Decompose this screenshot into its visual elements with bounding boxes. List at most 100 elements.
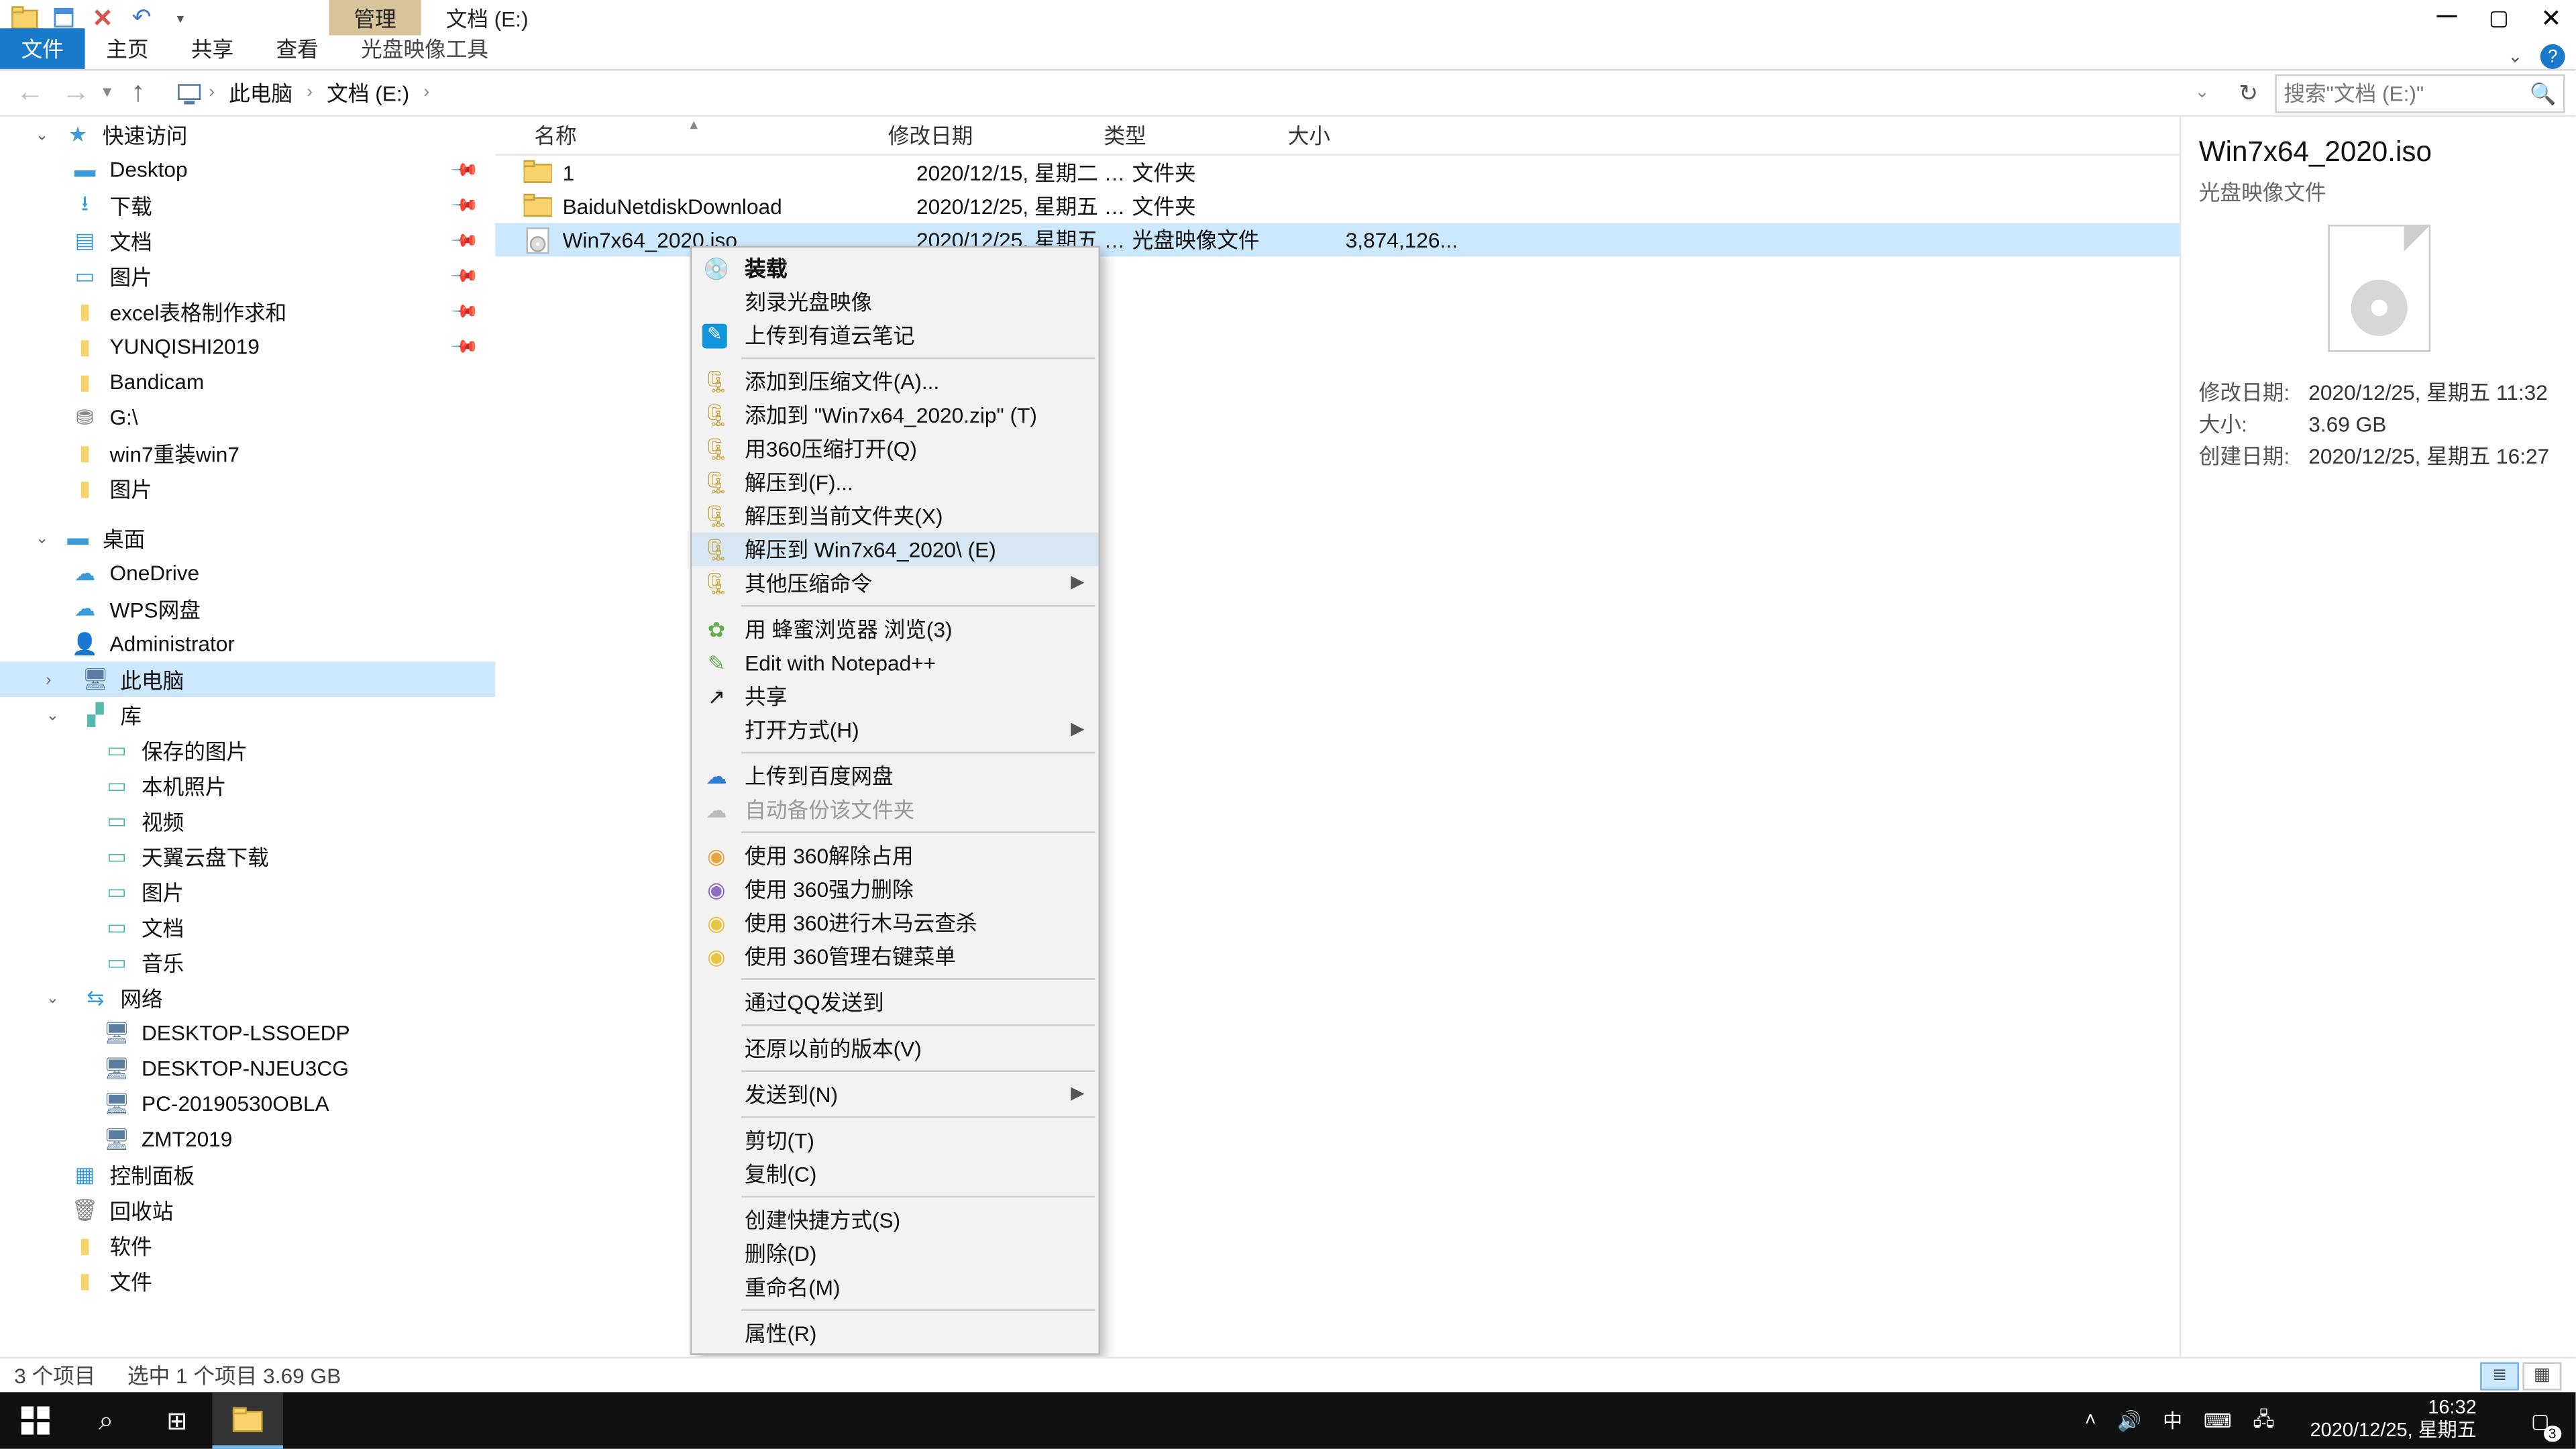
ribbon-tab-disc-tools[interactable]: 光盘映像工具 <box>339 28 509 69</box>
nav-saved-pics[interactable]: ▭保存的图片 <box>0 733 495 768</box>
ctx-restore-previous[interactable]: 还原以前的版本(V) <box>692 1031 1099 1065</box>
ribbon-tab-home[interactable]: 主页 <box>85 28 170 69</box>
nav-wps[interactable]: ☁WPS网盘 <box>0 591 495 627</box>
qat-delete-icon[interactable]: ✕ <box>89 3 117 32</box>
taskbar-explorer[interactable] <box>212 1392 282 1448</box>
nav-win7reinstall[interactable]: ▮win7重装win7 <box>0 435 495 471</box>
nav-documents[interactable]: ▤文档📌 <box>0 223 495 258</box>
ctx-burn[interactable]: 刻录光盘映像 <box>692 285 1099 319</box>
nav-excel-folder[interactable]: ▮excel表格制作求和📌 <box>0 294 495 329</box>
ctx-add-zip[interactable]: 🗜添加到 "Win7x64_2020.zip" (T) <box>692 398 1099 431</box>
breadcrumb-thispc[interactable]: 此电脑 <box>222 78 300 108</box>
task-view-button[interactable]: ⊞ <box>142 1392 212 1448</box>
start-button[interactable] <box>0 1392 70 1448</box>
help-icon[interactable]: ? <box>2540 44 2565 69</box>
qat-properties-icon[interactable] <box>50 3 78 32</box>
ctx-delete[interactable]: 删除(D) <box>692 1236 1099 1270</box>
nav-pics-lib[interactable]: ▭图片 <box>0 874 495 910</box>
col-header-type[interactable]: 类型 <box>1104 120 1287 150</box>
tray-overflow-icon[interactable]: ˄ <box>2085 1410 2096 1432</box>
ctx-mount[interactable]: 💿装载 <box>692 251 1099 284</box>
nav-software[interactable]: ▮软件 <box>0 1228 495 1263</box>
qat-undo-icon[interactable]: ↶ <box>127 3 156 32</box>
file-list-header[interactable]: ▴ 名称 修改日期 类型 大小 <box>495 117 2179 156</box>
tray-ime-indicator[interactable]: 中 <box>2163 1406 2182 1434</box>
nav-pictures[interactable]: ▭图片📌 <box>0 258 495 294</box>
nav-thispc[interactable]: ›🖥此电脑 <box>0 661 495 697</box>
ctx-create-shortcut[interactable]: 创建快捷方式(S) <box>692 1203 1099 1236</box>
ctx-properties[interactable]: 属性(R) <box>692 1316 1099 1350</box>
nav-files-bottom[interactable]: ▮文件 <box>0 1263 495 1299</box>
view-details-button[interactable]: ≣ <box>2480 1361 2519 1389</box>
ribbon-tab-view[interactable]: 查看 <box>255 28 340 69</box>
ctx-open-with[interactable]: 打开方式(H)▶ <box>692 713 1099 747</box>
nav-tianyi[interactable]: ▭天翼云盘下载 <box>0 839 495 874</box>
nav-recycle[interactable]: 🗑回收站 <box>0 1192 495 1228</box>
ctx-qq-send[interactable]: 通过QQ发送到 <box>692 985 1099 1019</box>
ctx-extract-to[interactable]: 🗜解压到(F)... <box>692 466 1099 499</box>
ctx-copy[interactable]: 复制(C) <box>692 1157 1099 1191</box>
maximize-button[interactable]: ▢ <box>2489 5 2509 30</box>
nav-net2[interactable]: 🖥DESKTOP-NJEU3CG <box>0 1051 495 1086</box>
ribbon-tab-file[interactable]: 文件 <box>0 28 85 69</box>
tray-volume-icon[interactable]: 🔊 <box>2117 1409 2141 1432</box>
ctx-open-360zip[interactable]: 🗜用360压缩打开(Q) <box>692 431 1099 465</box>
nav-libraries[interactable]: ⌄▞库 <box>0 697 495 733</box>
taskbar-clock[interactable]: 16:32 2020/12/25, 星期五 <box>2296 1397 2491 1444</box>
ctx-youdao[interactable]: ✎上传到有道云笔记 <box>692 319 1099 352</box>
breadcrumb-drive[interactable]: 文档 (E:) <box>320 78 417 108</box>
nav-history-dropdown[interactable]: ▾ <box>103 83 111 103</box>
ctx-baidu-upload[interactable]: ☁上传到百度网盘 <box>692 759 1099 792</box>
ctx-notepadpp[interactable]: ✎Edit with Notepad++ <box>692 646 1099 680</box>
search-input[interactable]: 搜索"文档 (E:)" 🔍 <box>2275 73 2565 112</box>
qat-dropdown-icon[interactable]: ▾ <box>166 3 195 32</box>
nav-net4[interactable]: 🖥ZMT2019 <box>0 1122 495 1157</box>
close-button[interactable]: ✕ <box>2540 3 2561 33</box>
ctx-extract-named[interactable]: 🗜解压到 Win7x64_2020\ (E) <box>692 533 1099 566</box>
nav-docs-lib[interactable]: ▭文档 <box>0 909 495 945</box>
ctx-360-unlock[interactable]: ◉使用 360解除占用 <box>692 839 1099 872</box>
minimize-button[interactable]: ─ <box>2437 2 2457 34</box>
tray-ime-mode-icon[interactable]: ⌨ <box>2204 1409 2232 1432</box>
nav-yunqishi[interactable]: ▮YUNQISHI2019📌 <box>0 329 495 364</box>
ctx-bee-browser[interactable]: ✿用 蜂蜜浏览器 浏览(3) <box>692 612 1099 645</box>
ctx-360-trojan-scan[interactable]: ◉使用 360进行木马云查杀 <box>692 906 1099 939</box>
tray-network-icon[interactable]: 🖧 <box>2253 1403 2274 1437</box>
breadcrumb[interactable]: › 此电脑 › 文档 (E:) › ⌄ <box>164 73 2222 112</box>
breadcrumb-dropdown-icon[interactable]: ⌄ <box>2194 83 2209 103</box>
nav-videos[interactable]: ▭视频 <box>0 803 495 839</box>
table-row[interactable]: BaiduNetdiskDownload 2020/12/25, 星期五 1..… <box>495 189 2179 223</box>
ctx-rename[interactable]: 重命名(M) <box>692 1270 1099 1303</box>
nav-net3[interactable]: 🖥PC-20190530OBLA <box>0 1086 495 1122</box>
col-header-date[interactable]: 修改日期 <box>888 120 1104 150</box>
taskbar-search-button[interactable]: ⌕ <box>70 1392 141 1448</box>
nav-network[interactable]: ⌄⇆网络 <box>0 980 495 1016</box>
nav-pictures2[interactable]: ▮图片 <box>0 470 495 506</box>
nav-admin[interactable]: 👤Administrator <box>0 626 495 661</box>
ribbon-tab-share[interactable]: 共享 <box>170 28 255 69</box>
action-center-button[interactable]: ▢ 3 <box>2512 1392 2569 1448</box>
nav-local-photos[interactable]: ▭本机照片 <box>0 767 495 803</box>
col-header-size[interactable]: 大小 <box>1288 120 1440 150</box>
ribbon-expand-icon[interactable]: ⌄ <box>2508 47 2522 66</box>
nav-quick-access[interactable]: ⌄★快速访问 <box>0 117 495 152</box>
ctx-share[interactable]: ↗共享 <box>692 680 1099 713</box>
nav-desktop[interactable]: ▬Desktop📌 <box>0 152 495 188</box>
ctx-add-archive[interactable]: 🗜添加到压缩文件(A)... <box>692 364 1099 398</box>
nav-gdrive[interactable]: ⛃G:\ <box>0 400 495 435</box>
nav-control-panel[interactable]: ▦控制面板 <box>0 1157 495 1193</box>
nav-bandicam[interactable]: ▮Bandicam <box>0 364 495 400</box>
ctx-other-archive[interactable]: 🗜其他压缩命令▶ <box>692 566 1099 600</box>
ctx-cut[interactable]: 剪切(T) <box>692 1123 1099 1157</box>
nav-downloads[interactable]: ⭳下载📌 <box>0 188 495 223</box>
nav-music-lib[interactable]: ▭音乐 <box>0 945 495 980</box>
ctx-360-manage-ctx[interactable]: ◉使用 360管理右键菜单 <box>692 939 1099 973</box>
nav-forward-button[interactable]: → <box>56 73 95 112</box>
nav-net1[interactable]: 🖥DESKTOP-LSSOEDP <box>0 1016 495 1051</box>
refresh-button[interactable]: ↻ <box>2229 78 2268 107</box>
nav-back-button[interactable]: ← <box>11 73 50 112</box>
nav-onedrive[interactable]: ☁OneDrive <box>0 555 495 591</box>
ctx-extract-here[interactable]: 🗜解压到当前文件夹(X) <box>692 499 1099 533</box>
nav-up-button[interactable]: ↑ <box>119 73 158 112</box>
nav-desktop-section[interactable]: ⌄▬桌面 <box>0 520 495 555</box>
